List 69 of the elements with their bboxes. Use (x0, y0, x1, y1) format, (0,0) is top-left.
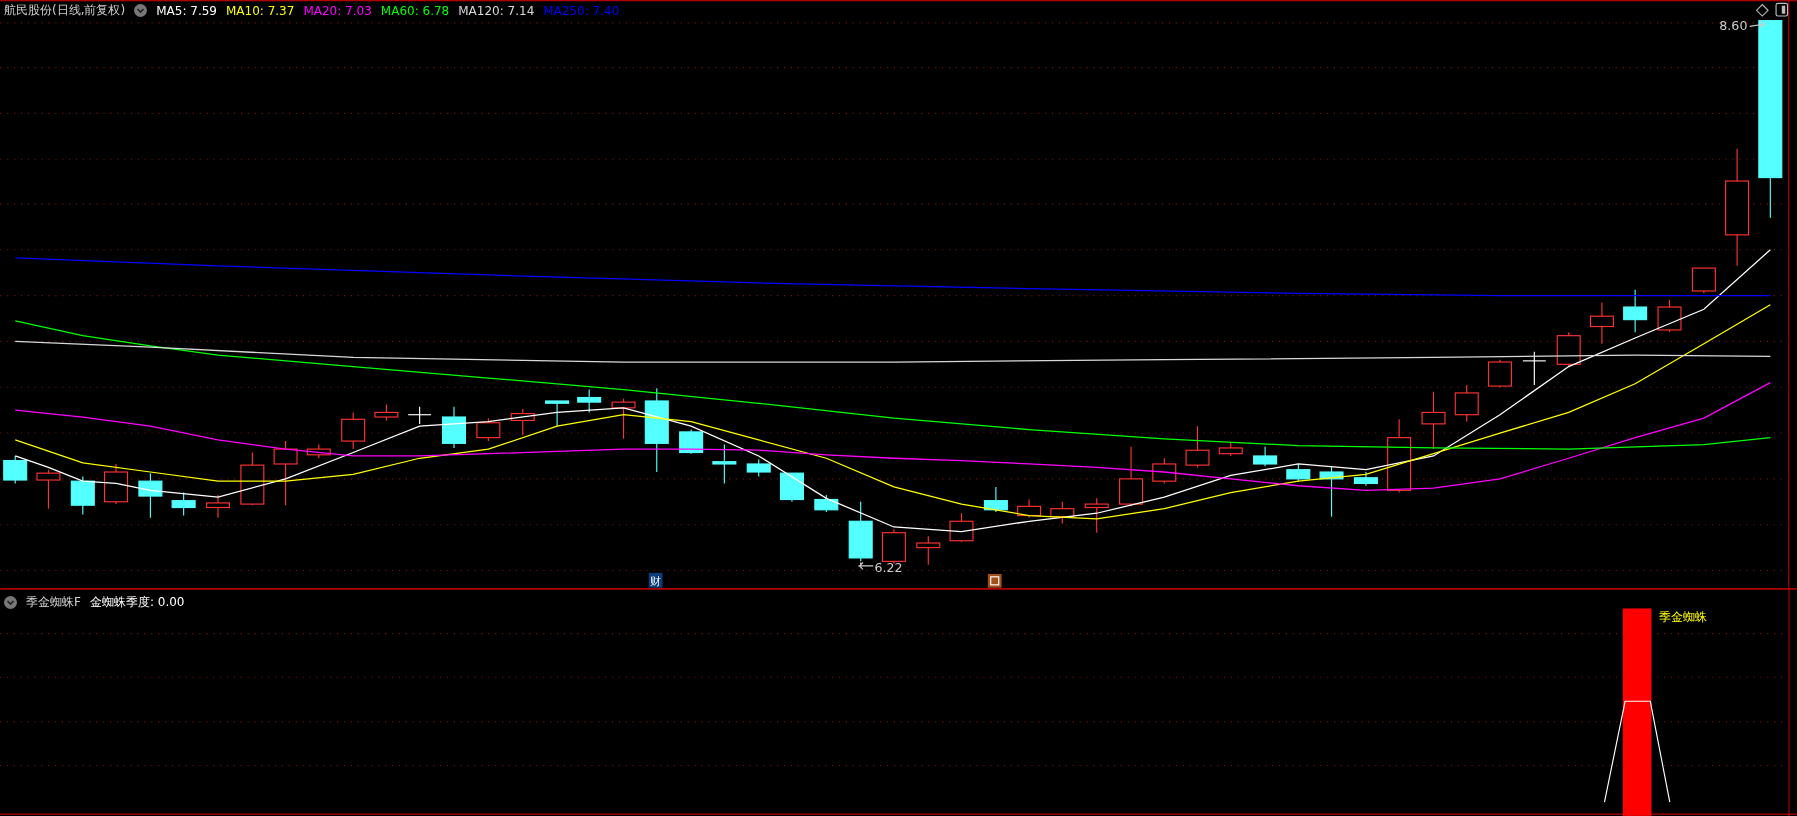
moving-average-value: MA10: 7.37 (225, 3, 295, 18)
candlestick (1691, 267, 1716, 294)
candlestick (545, 400, 570, 427)
moving-average-value: MA250: 7.40 (543, 3, 620, 18)
moving-average-value: MA20: 7.03 (303, 3, 372, 18)
candlestick (983, 486, 1008, 513)
candlestick (273, 440, 298, 506)
candlestick (138, 472, 163, 519)
high-price-label: 8.60 (1719, 17, 1748, 33)
dropdown-chevron-icon[interactable] (4, 596, 17, 609)
candlestick (779, 472, 804, 503)
candlestick (1253, 446, 1278, 467)
candlestick (510, 408, 535, 436)
pointer-arrow-icon (1749, 20, 1766, 29)
stock-title: 航民股份(日线,前复权) (4, 2, 126, 19)
candlestick (1319, 465, 1344, 518)
candlestick (746, 458, 771, 478)
candlestick (1119, 446, 1144, 507)
indicator-reading: 金蜘蛛季度: 0.00 (89, 594, 185, 611)
candlestick (104, 463, 129, 505)
moving-average-value: MA5: 7.59 (156, 3, 217, 18)
candlestick (205, 494, 231, 519)
candlestick (577, 388, 602, 413)
candlestick (1017, 498, 1042, 519)
candlestick (1522, 351, 1547, 386)
diamond-icon[interactable] (1755, 3, 1769, 17)
candlestick (1454, 384, 1479, 423)
candlestick (1487, 359, 1512, 388)
moving-average-value: MA120: 7.14 (458, 3, 535, 18)
pointer-arrow-icon (857, 561, 874, 570)
candlestick (712, 443, 737, 485)
candlestick (1218, 441, 1243, 457)
square-marker-icon[interactable] (987, 573, 1002, 588)
candlestick (679, 429, 704, 455)
candlestick (881, 528, 906, 565)
candlestick (476, 417, 501, 442)
candlestick (1657, 299, 1682, 333)
candlestick (1152, 457, 1177, 485)
candlestick (70, 476, 95, 515)
candlestick (3, 455, 28, 485)
candlestick (441, 406, 467, 449)
candlestick (1353, 471, 1378, 487)
candlestick (611, 398, 636, 440)
candlestick (814, 494, 839, 513)
candlestick (36, 469, 61, 510)
candlestick (1050, 501, 1075, 525)
panel-toggle-icon[interactable] (1775, 2, 1789, 17)
candlestick (848, 501, 873, 562)
candlestick (1589, 301, 1614, 345)
candlestick (240, 451, 265, 506)
indicator-name: 季金蜘蛛F (26, 594, 81, 611)
candlestick (1286, 463, 1311, 482)
candlestick (1084, 497, 1109, 534)
candlestick (306, 443, 331, 459)
candlestick (1623, 289, 1648, 333)
signal-label: 季金蜘蛛 (1659, 610, 1708, 625)
low-price-label: 6.22 (874, 559, 903, 575)
candlestick (1556, 331, 1581, 368)
candlestick (407, 406, 432, 425)
candlestick (374, 403, 399, 422)
candlestick (949, 512, 974, 543)
candlestick (916, 535, 941, 566)
dropdown-chevron-icon[interactable] (134, 4, 148, 17)
candlestick (171, 492, 196, 517)
candlestick (1185, 425, 1210, 468)
moving-average-value: MA60: 6.78 (380, 3, 450, 18)
event-marker[interactable]: 财 (648, 572, 663, 589)
candlestick (1421, 391, 1446, 450)
candlestick (341, 411, 366, 450)
